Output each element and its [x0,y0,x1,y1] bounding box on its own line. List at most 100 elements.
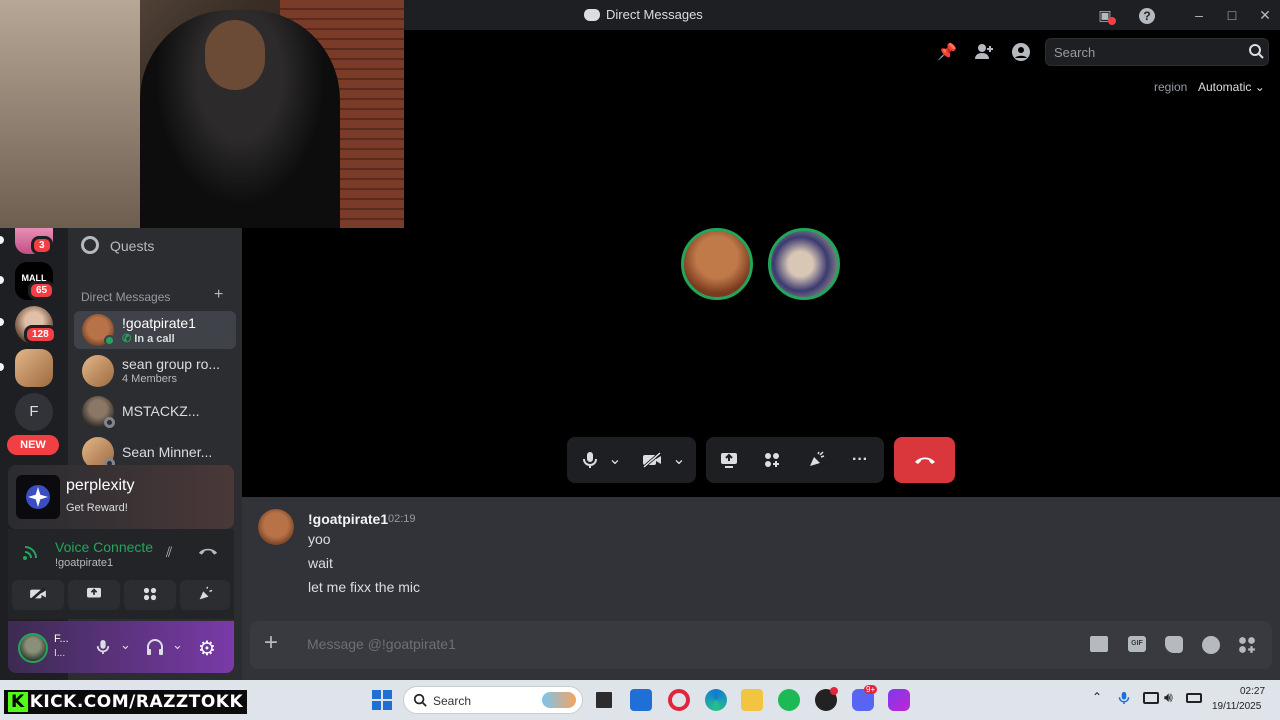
emoji-icon[interactable] [1202,636,1220,654]
activities-button[interactable] [755,443,789,477]
task-view-icon[interactable] [593,689,615,711]
region-label: region [1154,80,1188,94]
edge-icon[interactable] [705,689,727,711]
mention-badge: 128 [24,325,57,344]
avatar [82,355,114,387]
discord-unread-badge: 9+ [864,685,878,694]
mic-chevron-icon[interactable]: ⌄ [120,637,131,653]
volume-icon[interactable]: 🔊︎ [1164,689,1173,706]
minimize-button[interactable]: – [1188,4,1210,26]
voice-channel-name[interactable]: !goatpirate1 [55,557,113,569]
user-panel: F... I... ⌄ ⌄ ⚙ [8,621,234,673]
chevron-down-icon: ⌄ [1254,80,1265,94]
activities-small-button[interactable] [124,580,176,610]
microsoft-store-icon[interactable] [630,689,652,711]
user-avatar[interactable] [18,633,48,663]
close-button[interactable]: ✕ [1254,4,1276,26]
headset-chevron-icon[interactable]: ⌄ [172,637,183,653]
pin-icon[interactable]: 📌 [937,42,957,62]
more-options-button[interactable]: ··· [843,443,877,477]
camera-off-button[interactable] [635,443,669,477]
clock-time[interactable]: 02:27 [1240,686,1265,697]
activity-controls: ··· [706,437,884,483]
search-box[interactable]: Search [1045,38,1269,66]
message-input[interactable]: Message @!goatpirate1 [307,636,456,652]
unread-pill [0,363,4,371]
message-author[interactable]: !goatpirate1 [308,511,388,527]
webcam-background [0,0,140,228]
mute-mic-button[interactable] [96,638,110,661]
unread-pill [0,276,4,284]
server-icon[interactable]: F [15,393,53,431]
camera-options-chevron-icon[interactable]: ⌄ [667,443,691,477]
participant-avatar[interactable] [681,228,753,300]
disconnect-call-button[interactable] [894,437,955,483]
window-title: Direct Messages [584,7,703,22]
message-text: let me fixx the mic [308,579,421,595]
ai-app-icon[interactable] [888,689,910,711]
apps-icon[interactable] [1238,636,1256,659]
search-icon [1248,43,1264,64]
voice-status[interactable]: Voice Connecte [55,539,153,555]
dm-item-sean-group[interactable]: sean group ro... 4 Members [74,352,236,390]
battery-icon[interactable] [1186,693,1202,703]
file-explorer-icon[interactable] [741,689,763,711]
message-text: yoo [308,531,331,547]
message-timestamp: 02:19 [388,513,416,525]
screen-share-small-button[interactable] [68,580,120,610]
server-icon[interactable] [15,349,53,387]
search-icon [413,693,427,712]
maximize-button[interactable]: □ [1221,4,1243,26]
opera-icon[interactable] [668,689,690,711]
offline-status-dot [104,417,115,428]
dm-item-mstackz[interactable]: MSTACKZ... [74,393,236,431]
network-icon[interactable] [1143,692,1159,704]
microphone-tray-icon[interactable] [1118,689,1130,712]
webcam-face [205,20,265,90]
sticker-icon[interactable] [1165,636,1183,653]
user-status: I... [54,648,66,659]
perplexity-promo-card[interactable]: perplexity Get Reward! [8,465,234,529]
soundboard-small-button[interactable] [180,580,230,610]
mention-badge: 65 [28,281,56,300]
noise-suppression-icon[interactable]: ⫽ [166,544,172,561]
audio-video-controls: ⌄ ⌄ [567,437,696,483]
participant-avatar[interactable] [768,228,840,300]
clock-date[interactable]: 19/11/2025 [1212,701,1261,712]
perplexity-logo-icon [16,475,60,519]
help-icon[interactable]: ? [1136,4,1158,26]
message-composer: + Message @!goatpirate1 GIF [250,621,1272,669]
unread-pill [0,318,4,326]
new-dm-plus-icon[interactable]: + [214,286,223,304]
microphone-button[interactable] [573,443,607,477]
spotify-icon[interactable] [778,689,800,711]
streamer-webcam-overlay [0,0,404,228]
hang-up-icon [915,457,935,464]
gif-button[interactable]: GIF [1128,636,1146,652]
message-author-avatar[interactable] [258,509,294,545]
show-hidden-icons-chevron[interactable]: ⌃ [1092,690,1102,704]
windows-taskbar: K KICK.COM/RAZZTOKK Search 9+ ⌃ 🔊︎ 02:27 … [0,680,1280,720]
windows-start-icon[interactable] [371,689,393,711]
toggle-camera-button[interactable] [12,580,64,610]
disconnect-voice-icon[interactable] [198,543,218,561]
deafen-button[interactable] [146,638,164,661]
kick-logo-icon: K [8,692,28,712]
region-select[interactable]: Automatic ⌄ [1198,80,1265,94]
profile-icon[interactable] [1011,42,1031,62]
settings-gear-icon[interactable]: ⚙ [198,636,216,661]
new-badge[interactable]: NEW [7,435,59,455]
soundboard-button[interactable] [799,443,833,477]
gift-icon[interactable] [1090,636,1108,652]
quests-nav-item[interactable]: Quests [74,234,236,258]
attach-plus-button[interactable]: + [264,631,278,655]
screen-share-button[interactable] [712,443,746,477]
dm-section-header: Direct Messages [81,290,171,304]
dm-item-goatpirate1[interactable]: !goatpirate1 ✆ In a call [74,311,236,349]
search-highlight-icon [542,692,576,708]
mic-options-chevron-icon[interactable]: ⌄ [603,443,627,477]
add-friend-icon[interactable] [974,42,994,62]
search-placeholder: Search [1054,45,1096,60]
online-status-dot [104,335,115,346]
taskbar-search[interactable]: Search [403,686,583,714]
